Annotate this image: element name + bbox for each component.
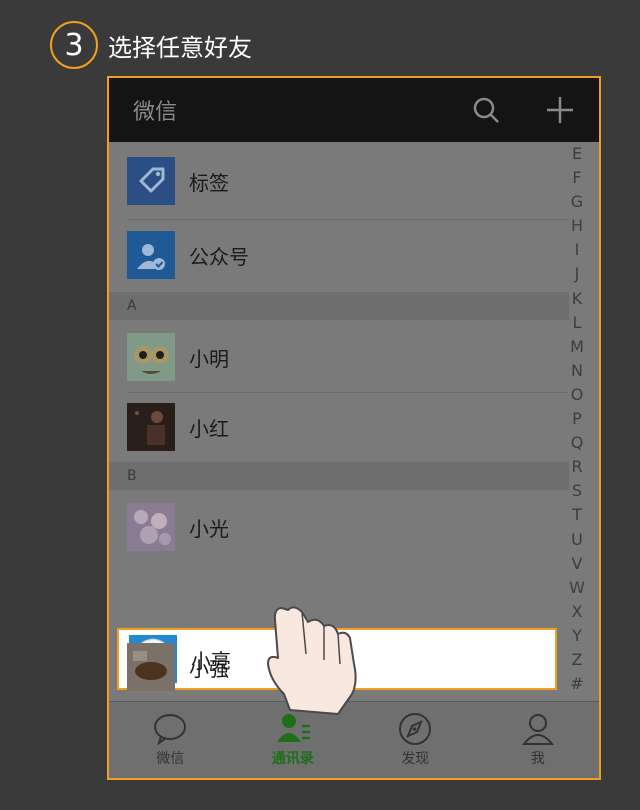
pointing-hand-icon [267,606,357,715]
index-letter[interactable]: Z [572,648,583,672]
index-letter[interactable]: K [572,287,583,311]
contact-name: 小强 [189,656,229,681]
index-letter[interactable]: I [575,238,580,262]
tab-label: 我 [530,751,545,767]
person-icon [521,714,554,745]
index-letter[interactable]: H [571,214,583,238]
tags-label: 标签 [189,170,229,195]
tab-label: 发现 [401,751,430,767]
tab-me[interactable]: 我 [477,702,600,778]
index-letter[interactable]: G [571,190,583,214]
index-letter[interactable]: S [572,479,582,503]
top-bar: 微信 [109,78,599,142]
search-icon[interactable] [471,95,501,125]
index-letter[interactable]: M [570,335,584,359]
index-letter[interactable]: Q [571,431,584,455]
tab-chats[interactable]: 微信 [109,702,232,778]
contact-row[interactable]: 小明 [109,322,569,392]
index-letter[interactable]: J [575,262,580,286]
official-accounts-row[interactable]: 公众号 [109,220,569,290]
section-header-b: B [109,462,569,490]
alphabet-index[interactable]: E F G H I J K L M N O P Q R S T U V W X Y Z # [565,142,589,696]
index-letter[interactable]: # [570,672,583,696]
index-letter[interactable]: U [571,528,583,552]
compass-icon [399,713,432,745]
section-letter: A [127,298,137,314]
official-accounts-label: 公众号 [189,244,249,269]
step-instruction: 选择任意好友 [108,33,252,62]
contact-name: 小红 [189,416,229,441]
avatar [127,333,175,381]
contact-name: 小光 [189,516,229,541]
plus-icon[interactable] [545,95,575,125]
index-letter[interactable]: P [572,407,582,431]
tab-label: 微信 [156,751,185,767]
step-header: 3 选择任意好友 [50,20,252,70]
avatar [127,503,175,551]
chat-bubble-icon [154,714,187,746]
index-letter[interactable]: V [572,552,583,576]
step-number-badge: 3 [50,21,98,69]
app-title: 微信 [133,100,178,125]
index-letter[interactable]: Y [572,624,582,648]
index-letter[interactable]: E [572,142,582,166]
official-account-icon [127,231,175,279]
index-letter[interactable]: X [572,600,583,624]
index-letter[interactable]: T [572,503,582,527]
index-letter[interactable]: F [572,166,581,190]
index-letter[interactable]: R [571,455,582,479]
tag-icon [127,157,175,205]
tab-label: 通讯录 [271,751,314,767]
index-letter[interactable]: L [573,311,582,335]
contact-row[interactable]: 小红 [109,392,569,462]
section-letter: B [127,468,137,484]
avatar [127,403,175,451]
index-letter[interactable]: N [571,359,583,383]
tab-discover[interactable]: 发现 [354,702,477,778]
index-letter[interactable]: O [571,383,584,407]
section-header-a: A [109,292,569,320]
avatar [127,643,175,691]
contact-name: 小明 [189,346,229,371]
index-letter[interactable]: W [569,576,585,600]
contact-row[interactable]: 小光 [109,492,569,562]
tags-row[interactable]: 标签 [109,146,569,216]
